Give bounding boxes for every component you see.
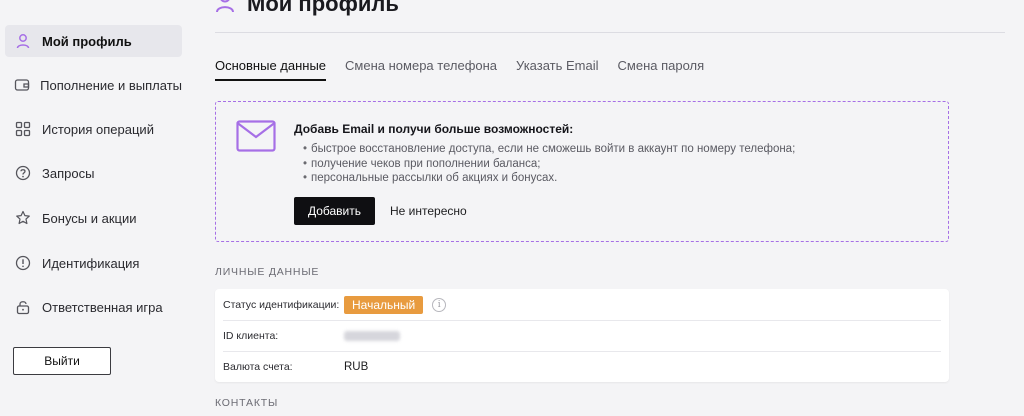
sidebar-item-label: Мой профиль <box>42 33 132 49</box>
sidebar-item-bonuses[interactable]: Бонусы и акции <box>5 202 182 234</box>
tab-change-password[interactable]: Смена пароля <box>618 58 705 81</box>
list-item: персональные рассылки об акциях и бонуса… <box>294 171 795 186</box>
sidebar-item-responsible-gaming[interactable]: Ответственная игра <box>5 291 182 323</box>
add-email-button[interactable]: Добавить <box>294 197 375 225</box>
user-icon <box>215 0 235 18</box>
sidebar-item-identification[interactable]: Идентификация <box>5 247 182 279</box>
sidebar-item-requests[interactable]: Запросы <box>5 157 182 189</box>
list-item: быстрое восстановление доступа, если не … <box>294 142 795 157</box>
page-header: Мой профиль <box>215 0 399 18</box>
sidebar-item-label: Идентификация <box>42 255 140 271</box>
client-id-label: ID клиента: <box>223 329 279 342</box>
client-id-row: ID клиента: <box>223 320 941 352</box>
email-promo-card: Добавь Email и получи больше возможносте… <box>215 101 949 242</box>
wallet-icon <box>14 76 30 94</box>
mail-icon <box>236 120 276 157</box>
app-layout: Мой профиль Пополнение и выплаты История… <box>0 0 1024 416</box>
question-icon <box>14 164 32 182</box>
status-row: Статус идентификации: Начальный i <box>223 289 941 321</box>
currency-value: RUB <box>344 360 369 373</box>
page-title: Мой профиль <box>247 0 399 16</box>
status-badge: Начальный <box>344 295 424 314</box>
grid-icon <box>14 120 32 138</box>
sidebar: Мой профиль Пополнение и выплаты История… <box>0 0 190 416</box>
star-icon <box>14 209 32 227</box>
sidebar-item-label: Запросы <box>42 165 95 181</box>
tab-change-phone[interactable]: Смена номера телефона <box>345 58 497 81</box>
sidebar-item-history[interactable]: История операций <box>5 113 182 145</box>
sidebar-item-label: Пополнение и выплаты <box>40 77 182 93</box>
logout-button[interactable]: Выйти <box>13 347 111 375</box>
currency-row: Валюта счета: RUB <box>223 351 941 382</box>
sidebar-item-profile[interactable]: Мой профиль <box>5 25 182 57</box>
user-icon <box>14 32 32 50</box>
not-interested-button[interactable]: Не интересно <box>390 204 467 218</box>
client-id-value-redacted <box>344 330 400 341</box>
promo-benefits-list: быстрое восстановление доступа, если не … <box>294 142 795 186</box>
tab-set-email[interactable]: Указать Email <box>516 58 598 81</box>
info-icon[interactable]: i <box>432 297 447 312</box>
status-label: Статус идентификации: <box>223 298 340 311</box>
sidebar-item-label: Бонусы и акции <box>42 210 137 226</box>
header-divider <box>215 32 1005 33</box>
tab-basic-data[interactable]: Основные данные <box>215 58 327 81</box>
alert-icon <box>14 254 32 272</box>
sidebar-item-label: Ответственная игра <box>42 299 163 315</box>
currency-label: Валюта счета: <box>223 360 293 373</box>
sidebar-item-payments[interactable]: Пополнение и выплаты <box>5 69 182 101</box>
main-content: Мой профиль Основные данные Смена номера… <box>190 0 1024 416</box>
promo-title: Добавь Email и получи больше возможносте… <box>294 122 574 136</box>
contacts-heading: Контакты <box>215 397 279 409</box>
personal-data-card: Статус идентификации: Начальный i ID кли… <box>215 289 949 382</box>
profile-tabs: Основные данные Смена номера телефона Ук… <box>215 58 723 81</box>
lock-icon <box>14 298 32 316</box>
list-item: получение чеков при пополнении баланса; <box>294 157 795 172</box>
personal-data-heading: Личные данные <box>215 266 320 278</box>
sidebar-item-label: История операций <box>42 121 154 137</box>
